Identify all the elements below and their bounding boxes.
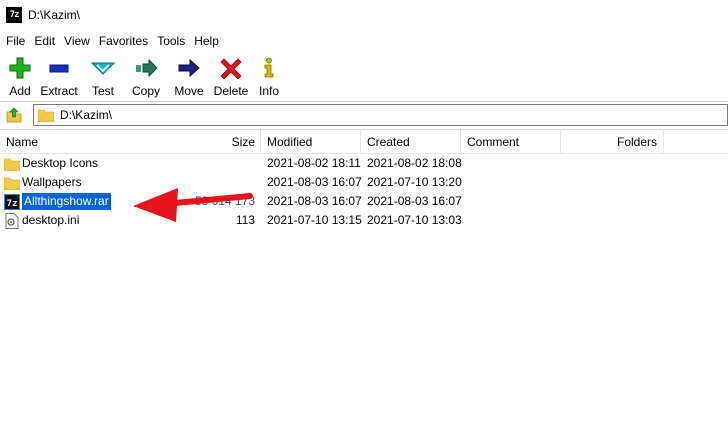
test-label: Test [91, 84, 114, 98]
menu-bar: File Edit View Favorites Tools Help [0, 30, 728, 52]
window-title: D:\Kazim\ [28, 8, 81, 22]
column-header-folders[interactable]: Folders [561, 130, 664, 154]
file-created: 2021-08-02 18:08 [367, 156, 462, 170]
folder-icon [37, 109, 54, 122]
table-row[interactable]: Desktop Icons 2021-08-02 18:11 2021-08-0… [0, 154, 728, 173]
up-folder-button[interactable] [3, 104, 25, 126]
file-created: 2021-07-10 13:20 [367, 175, 462, 189]
file-name: Desktop Icons [22, 156, 99, 170]
address-input[interactable]: D:\Kazim\ [32, 104, 728, 126]
info-label: Info [258, 84, 279, 98]
extract-label: Extract [40, 84, 78, 98]
address-bar: D:\Kazim\ [0, 102, 728, 128]
add-icon [8, 56, 32, 80]
archive-icon: 7z [4, 193, 20, 210]
address-path: D:\Kazim\ [59, 108, 112, 122]
file-created: 2021-08-03 16:07 [367, 194, 462, 208]
column-header-created[interactable]: Created [361, 130, 461, 154]
7zip-app-icon: 7z [6, 7, 22, 23]
add-label: Add [9, 84, 31, 98]
file-name-cell: Desktop Icons [4, 154, 98, 173]
move-button[interactable]: Move [168, 52, 210, 98]
menu-view[interactable]: View [60, 30, 94, 52]
test-button[interactable]: Test [82, 52, 124, 98]
list-header: Name Size Modified Created Comment Folde… [0, 130, 728, 154]
file-created: 2021-07-10 13:03 [367, 213, 462, 227]
copy-label: Copy [131, 84, 160, 98]
column-header-modified[interactable]: Modified [261, 130, 361, 154]
info-button[interactable]: Info [252, 52, 286, 98]
folder-icon [4, 175, 20, 191]
menu-tools[interactable]: Tools [153, 30, 189, 52]
column-header-name[interactable]: Name [0, 130, 261, 154]
info-icon [257, 56, 281, 80]
file-list: Name Size Modified Created Comment Folde… [0, 129, 728, 438]
table-row[interactable]: desktop.ini 113 2021-07-10 13:15 2021-07… [0, 211, 728, 230]
file-modified: 2021-08-03 16:07 [267, 194, 362, 208]
svg-text:7z: 7z [7, 199, 18, 209]
delete-label: Delete [213, 84, 249, 98]
copy-icon [134, 56, 158, 80]
up-folder-icon [6, 107, 22, 123]
delete-icon [219, 56, 243, 80]
file-modified: 2021-07-10 13:15 [267, 213, 362, 227]
move-label: Move [174, 84, 204, 98]
file-modified: 2021-08-03 16:07 [267, 175, 362, 189]
add-button[interactable]: Add [4, 52, 36, 98]
menu-file[interactable]: File [2, 30, 29, 52]
table-row[interactable]: Wallpapers 2021-08-03 16:07 2021-07-10 1… [0, 173, 728, 192]
file-size: 113 [235, 213, 255, 227]
file-modified: 2021-08-02 18:11 [267, 156, 361, 170]
move-icon [177, 56, 201, 80]
file-name: Wallpapers [22, 175, 82, 189]
column-header-comment[interactable]: Comment [461, 130, 561, 154]
menu-help[interactable]: Help [190, 30, 223, 52]
delete-button[interactable]: Delete [210, 52, 252, 98]
menu-edit[interactable]: Edit [30, 30, 59, 52]
extract-button[interactable]: Extract [36, 52, 82, 98]
file-name-cell: Wallpapers [4, 173, 82, 192]
title-bar: 7z D:\Kazim\ [0, 0, 728, 30]
extract-icon [47, 56, 71, 80]
file-name: Allthingshow.rar [21, 192, 112, 211]
file-name-cell: 7z Allthingshow.rar [4, 192, 112, 211]
menu-favorites[interactable]: Favorites [95, 30, 152, 52]
test-icon [91, 56, 115, 80]
copy-button[interactable]: Copy [124, 52, 168, 98]
table-row-selected[interactable]: 53 014 173 7z Allthingshow.rar 2021-08-0… [0, 192, 728, 211]
toolbar: Add Extract Test Copy Move Delete Info [0, 52, 728, 102]
folder-icon [4, 156, 20, 172]
